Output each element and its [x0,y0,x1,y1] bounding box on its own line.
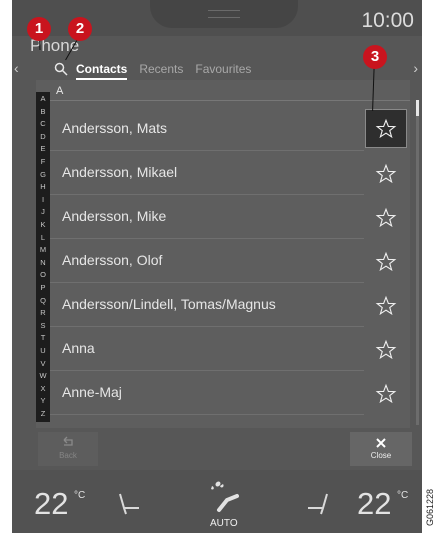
contact-name: Andersson, Mike [62,208,167,224]
tab-recents[interactable]: Recents [139,62,183,76]
back-arrow-icon [63,436,73,446]
alphabet-index[interactable]: ABCDEFGHIJKLMNOPQRSTUVWXYZ [36,92,50,422]
alphabet-index-letter[interactable]: D [36,132,50,141]
section-header: A [50,80,410,101]
favorite-button[interactable] [365,109,407,148]
back-button[interactable]: Back [38,432,98,466]
section-letter: A [56,85,64,97]
alphabet-index-letter[interactable]: B [36,107,50,116]
tab-favourites[interactable]: Favourites [195,62,251,76]
alphabet-index-letter[interactable]: V [36,359,50,368]
favorite-button[interactable] [366,155,406,192]
list-item[interactable]: Anna [50,327,364,371]
star-icon [375,207,397,227]
alphabet-index-letter[interactable]: S [36,321,50,330]
alphabet-index-letter[interactable]: A [36,94,50,103]
pull-down-handle[interactable] [150,0,298,28]
alphabet-index-letter[interactable]: F [36,157,50,166]
climate-bar: 22 °C AUTO 22 °C [12,470,422,533]
alphabet-index-letter[interactable]: M [36,245,50,254]
alphabet-index-letter[interactable]: O [36,270,50,279]
alphabet-index-letter[interactable]: Z [36,409,50,418]
star-icon [375,118,397,138]
left-temperature[interactable]: 22 [34,486,68,522]
tab-contacts[interactable]: Contacts [76,62,128,80]
star-icon [375,339,397,359]
back-label: Back [59,451,77,460]
handle-lines-icon [208,10,240,18]
star-icon [375,251,397,271]
chevron-left-icon[interactable]: ‹ [14,60,19,76]
right-temperature[interactable]: 22 [357,486,391,522]
list-item[interactable]: Andersson, Mikael [50,151,364,195]
scrollbar-thumb[interactable] [416,100,419,116]
alphabet-index-letter[interactable]: I [36,195,50,204]
contact-name: Anna [62,340,95,356]
favorite-button[interactable] [366,331,406,368]
contact-list: A ABCDEFGHIJKLMNOPQRSTUVWXYZ Andersson, … [36,80,419,429]
bottom-bar: Back Close [12,428,422,470]
clock: 10:00 [361,9,414,32]
contact-name: Andersson, Mikael [62,164,178,180]
page-margin [422,0,440,533]
favorite-button[interactable] [366,375,406,412]
alphabet-index-letter[interactable]: E [36,144,50,153]
alphabet-index-letter[interactable]: W [36,371,50,380]
close-button[interactable]: Close [350,432,412,466]
alphabet-index-letter[interactable]: Y [36,396,50,405]
chevron-right-icon[interactable]: › [413,60,418,76]
contact-name: Anne-Maj [62,384,122,400]
star-icon [375,295,397,315]
search-icon [54,62,68,76]
close-label: Close [370,451,392,460]
phone-tabs: Contacts Recents Favourites [52,58,251,80]
callout-2: 2 [68,17,92,41]
star-icon [375,383,397,403]
alphabet-index-letter[interactable]: L [36,233,50,242]
contact-name: Andersson, Mats [62,120,168,136]
list-item[interactable]: Andersson/Lindell, Tomas/Magnus [50,283,364,327]
right-temperature-unit: °C [397,490,409,501]
list-item[interactable]: Andersson, Mike [50,195,364,239]
alphabet-index-letter[interactable]: C [36,119,50,128]
list-item[interactable]: Anne-Maj [50,371,364,415]
alphabet-index-letter[interactable]: K [36,220,50,229]
favorite-button[interactable] [366,199,406,236]
alphabet-index-letter[interactable]: X [36,384,50,393]
alphabet-index-letter[interactable]: H [36,182,50,191]
alphabet-index-letter[interactable]: G [36,170,50,179]
search-button[interactable] [52,60,70,78]
right-seat-icon[interactable] [304,490,332,523]
alphabet-index-letter[interactable]: R [36,308,50,317]
list-item[interactable]: Andersson, Olof [50,239,364,283]
callout-3: 3 [363,45,387,69]
left-seat-icon[interactable] [115,490,143,523]
favorite-button[interactable] [366,287,406,324]
left-temperature-unit: °C [74,490,86,501]
figure-code: G061228 [425,488,435,526]
alphabet-index-letter[interactable]: U [36,346,50,355]
contact-name: Andersson, Olof [62,252,163,268]
scrollbar[interactable] [416,100,419,425]
favorite-button[interactable] [366,243,406,280]
alphabet-index-letter[interactable]: N [36,258,50,267]
contact-name: Andersson/Lindell, Tomas/Magnus [62,296,276,312]
callout-1: 1 [27,17,51,41]
infotainment-screen: 10:00 Phone ‹ › Contacts Recents Favouri… [12,0,422,533]
star-icon [375,163,397,183]
list-item[interactable]: Andersson, Mats [50,107,364,151]
alphabet-index-letter[interactable]: Q [36,296,50,305]
alphabet-index-letter[interactable]: J [36,207,50,216]
auto-label: AUTO [210,518,238,529]
alphabet-index-letter[interactable]: P [36,283,50,292]
fan-airflow-icon[interactable] [205,478,245,521]
alphabet-index-letter[interactable]: T [36,333,50,342]
close-icon [376,438,386,448]
